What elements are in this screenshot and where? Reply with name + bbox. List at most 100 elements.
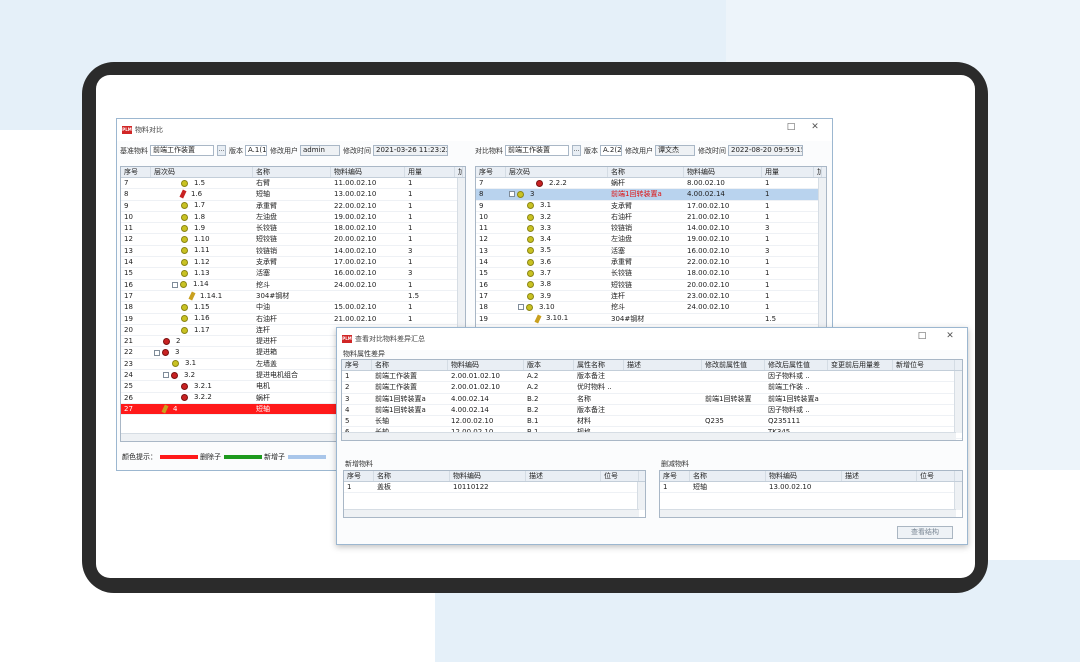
level-code-text: 3.10.1 (546, 314, 569, 323)
table-row[interactable]: 9 1.7 承重臂 22.00.02.10 1 (121, 201, 465, 212)
table-row[interactable]: 1 前端工作装置 2.00.01.02.10 A.2 版本备注 因子物料或 .. (342, 371, 962, 383)
table-row[interactable]: 19 1.16 右油杆 21.00.02.10 1 (121, 314, 465, 325)
table-row[interactable]: 7 2.2.2 蜗杆 8.00.02.10 1 (476, 178, 826, 190)
attr-diff-grid[interactable]: 序号 名称 物料编码 版本 属性名称 描述 修改前属性值 修改后属性值 变更前后用量差 新增位号 … (341, 359, 963, 441)
column-header[interactable]: 名称 (608, 167, 684, 177)
column-header[interactable]: 描述 (526, 471, 601, 481)
column-header[interactable]: 用量 (405, 167, 455, 177)
vertical-scrollbar[interactable] (954, 371, 962, 433)
column-header[interactable]: 位号 (601, 471, 639, 481)
column-header[interactable]: 序号 (342, 360, 372, 370)
column-header[interactable]: 序号 (660, 471, 690, 481)
deleted-materials-grid[interactable]: 序号 名称 物料编码 描述 位号 1 短轴 13.00.02.10 (659, 470, 963, 518)
horizontal-scrollbar[interactable] (342, 432, 956, 440)
column-header[interactable]: 版本 (524, 360, 574, 370)
table-row[interactable]: 12 3.4 左油盘 19.00.02.10 1 (476, 234, 826, 246)
level-code-cell: 3.3 (506, 223, 608, 233)
column-header[interactable]: 用量 (762, 167, 814, 177)
maximize-icon[interactable]: □ (915, 331, 929, 341)
close-icon[interactable]: ✕ (808, 122, 822, 132)
browse-button[interactable]: … (217, 145, 226, 156)
vertical-scrollbar[interactable] (954, 482, 962, 510)
close-icon[interactable]: ✕ (943, 331, 957, 341)
column-header[interactable]: 名称 (690, 471, 766, 481)
table-row[interactable]: 4 前端1回转装置a 4.00.02.14 B.2 版本备注 因子物料或 .. (342, 405, 962, 417)
table-row[interactable]: 7 1.5 右臂 11.00.02.10 1 (121, 178, 465, 190)
column-header[interactable]: 物料编码 (450, 471, 526, 481)
column-header[interactable]: 物料编码 (684, 167, 762, 177)
version-select[interactable]: A.1(1 (245, 145, 267, 156)
base-material-input[interactable]: 前端工作装置 (150, 145, 214, 156)
material-code-cell: 17.00.02.10 (334, 258, 377, 267)
column-header[interactable]: 名称 (374, 471, 450, 481)
table-row[interactable]: 1 盖板 10110122 (344, 482, 645, 494)
column-header[interactable]: 加 (455, 167, 463, 177)
table-row[interactable]: 15 1.13 活塞 16.00.02.10 3 (121, 268, 465, 280)
material-code-cell (331, 291, 405, 301)
table-row[interactable]: 8−3前端1回转装置a4.00.02.141 (476, 189, 826, 201)
column-header[interactable]: 物料编码 (766, 471, 842, 481)
column-header[interactable]: 描述 (842, 471, 917, 481)
column-header[interactable]: 序号 (476, 167, 506, 177)
table-row[interactable]: 16 − 1.14 挖斗 24.00.02.10 1 (121, 280, 465, 291)
table-row[interactable]: 2 前端工作装置 2.00.01.02.10 A.2 优时物料 .. 前端工作装 .. (342, 382, 962, 394)
maximize-icon[interactable]: □ (784, 122, 798, 132)
table-row[interactable]: 9 3.1 支承臂 17.00.02.10 1 (476, 201, 826, 212)
table-row[interactable]: 18 1.15 中油 15.00.02.10 1 (121, 302, 465, 314)
column-header[interactable]: 物料编码 (448, 360, 524, 370)
column-header[interactable]: 新增位号 (893, 360, 955, 370)
version-select[interactable]: A.2(2 (600, 145, 622, 156)
level-code-cell: 3.1 (151, 359, 253, 369)
column-header[interactable]: 修改前属性值 (702, 360, 765, 370)
collapse-toggle-icon[interactable]: − (518, 304, 524, 311)
name-cell: 挖斗 (611, 303, 625, 312)
table-row[interactable]: 12 1.10 短铰链 20.00.02.10 1 (121, 234, 465, 246)
table-row[interactable]: 17 3.9 连杆 23.00.02.10 1 (476, 291, 826, 303)
table-row[interactable]: 17 1.14.1 304#钢材 1.5 (121, 291, 465, 303)
table-row[interactable]: 19 3.10.1 304#钢材 1.5 (476, 314, 826, 325)
column-header[interactable]: 名称 (253, 167, 331, 177)
column-header[interactable]: 层次码 (151, 167, 253, 177)
table-row[interactable]: 13 3.5 活塞 16.00.02.10 3 (476, 246, 826, 258)
collapse-toggle-icon[interactable]: − (163, 372, 169, 379)
compare-material-input[interactable]: 前端工作装置 (505, 145, 569, 156)
table-row[interactable]: 5 长轴 12.00.02.10 B.1 材料 Q235 Q235111 (342, 416, 962, 428)
table-row[interactable]: 16 3.8 短铰链 20.00.02.10 1 (476, 280, 826, 291)
horizontal-scrollbar[interactable] (344, 509, 639, 517)
collapse-toggle-icon[interactable]: − (509, 191, 515, 198)
column-header[interactable]: 变更前后用量差 (828, 360, 893, 370)
column-header[interactable]: 层次码 (506, 167, 608, 177)
app-logo-icon: PLM (342, 335, 352, 343)
table-row[interactable]: 14 1.12 支承臂 17.00.02.10 1 (121, 257, 465, 269)
table-row[interactable]: 15 3.7 长铰链 18.00.02.10 1 (476, 268, 826, 280)
table-row[interactable]: 10 1.8 左油盘 19.00.02.10 1 (121, 212, 465, 224)
collapse-toggle-icon[interactable]: − (172, 281, 178, 288)
table-row[interactable]: 8 1.6 短轴 13.00.02.10 1 (121, 189, 465, 201)
column-header[interactable]: 位号 (917, 471, 955, 481)
table-row[interactable]: 11 3.3 铰链销 14.00.02.10 3 (476, 223, 826, 235)
column-header[interactable]: 物料编码 (331, 167, 405, 177)
browse-button[interactable]: … (572, 145, 581, 156)
column-header[interactable]: 修改后属性值 (765, 360, 828, 370)
table-row[interactable]: 3 前端1回转装置a 4.00.02.14 B.2 名称 前端1回转装置 前端1回转装置a (342, 394, 962, 405)
collapse-toggle-icon[interactable]: − (154, 349, 160, 356)
column-header[interactable]: 序号 (344, 471, 374, 481)
table-row[interactable]: 13 1.11 铰链销 14.00.02.10 3 (121, 246, 465, 258)
table-row[interactable]: 18 − 3.10 挖斗 24.00.02.10 1 (476, 302, 826, 314)
table-row[interactable]: 1 短轴 13.00.02.10 (660, 482, 962, 494)
table-row[interactable]: 11 1.9 长铰链 18.00.02.10 1 (121, 223, 465, 235)
view-structure-button[interactable]: 查看结构 (897, 526, 953, 539)
table-row[interactable]: 14 3.6 承重臂 22.00.02.10 1 (476, 257, 826, 269)
column-header[interactable]: 序号 (121, 167, 151, 177)
horizontal-scrollbar[interactable] (660, 509, 956, 517)
column-header[interactable]: 描述 (624, 360, 702, 370)
column-header[interactable]: 属性名称 (574, 360, 624, 370)
table-row[interactable]: 10 3.2 右油杆 21.00.02.10 1 (476, 212, 826, 224)
table-body: 1 盖板 10110122 (344, 482, 645, 494)
added-materials-grid[interactable]: 序号 名称 物料编码 描述 位号 1 盖板 10110122 (343, 470, 646, 518)
column-header[interactable]: 加 (814, 167, 822, 177)
level-code-text: 1.14.1 (200, 291, 223, 300)
vertical-scrollbar[interactable] (637, 482, 645, 510)
table-cell: B.2 (527, 394, 539, 403)
column-header[interactable]: 名称 (372, 360, 448, 370)
